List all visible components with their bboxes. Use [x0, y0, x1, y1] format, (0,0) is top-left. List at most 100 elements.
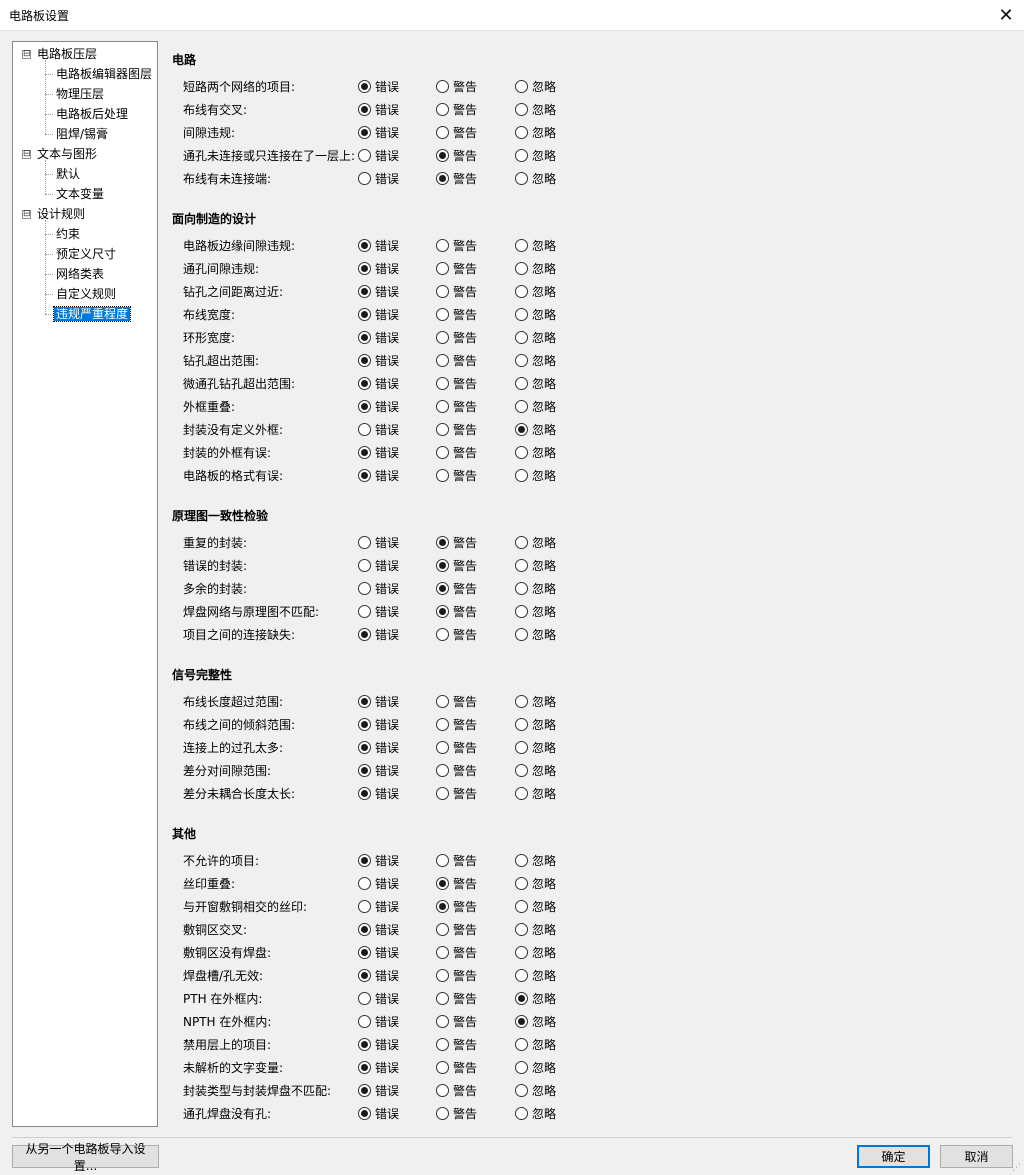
radio-error[interactable] — [358, 445, 371, 459]
warning-option[interactable]: 警告 — [436, 1081, 477, 1099]
radio-warning[interactable] — [436, 445, 449, 459]
warning-option[interactable]: 警告 — [436, 966, 477, 984]
radio-warning[interactable] — [436, 1106, 449, 1120]
radio-ignore[interactable] — [515, 353, 528, 367]
radio-warning[interactable] — [436, 627, 449, 641]
warning-option[interactable]: 警告 — [436, 897, 477, 915]
radio-ignore[interactable] — [515, 717, 528, 731]
error-option[interactable]: 错误 — [358, 920, 399, 938]
radio-warning[interactable] — [436, 581, 449, 595]
ignore-option[interactable]: 忽略 — [515, 625, 556, 643]
radio-error[interactable] — [358, 740, 371, 754]
import-settings-button[interactable]: 从另一个电路板导入设置... — [12, 1142, 159, 1173]
settings-tree[interactable]: ⊟ 电路板压层 电路板编辑器图层 物理压层 电路板后处理 阻焊/锡膏 ⊟ 文本与图形 默认 文本变… — [12, 41, 158, 1127]
error-option[interactable]: 错误 — [358, 602, 399, 620]
radio-error[interactable] — [358, 1083, 371, 1097]
warning-option[interactable]: 警告 — [436, 1058, 477, 1076]
radio-warning[interactable] — [436, 125, 449, 139]
radio-error[interactable] — [358, 899, 371, 913]
radio-ignore[interactable] — [515, 468, 528, 482]
radio-ignore[interactable] — [515, 422, 528, 436]
ok-button[interactable]: 确定 — [857, 1145, 930, 1168]
tree-item-6[interactable]: 默认 — [54, 165, 82, 183]
radio-error[interactable] — [358, 694, 371, 708]
ignore-option[interactable]: 忽略 — [515, 77, 556, 95]
radio-ignore[interactable] — [515, 102, 528, 116]
resize-grip-icon[interactable]: ⋰ — [1012, 1163, 1022, 1173]
tree-item-10[interactable]: 预定义尺寸 — [54, 245, 118, 263]
error-option[interactable]: 错误 — [358, 738, 399, 756]
radio-warning[interactable] — [436, 876, 449, 890]
error-option[interactable]: 错误 — [358, 966, 399, 984]
warning-option[interactable]: 警告 — [436, 169, 477, 187]
radio-warning[interactable] — [436, 899, 449, 913]
radio-error[interactable] — [358, 922, 371, 936]
warning-option[interactable]: 警告 — [436, 715, 477, 733]
ignore-option[interactable]: 忽略 — [515, 761, 556, 779]
radio-error[interactable] — [358, 991, 371, 1005]
radio-ignore[interactable] — [515, 535, 528, 549]
ignore-option[interactable]: 忽略 — [515, 374, 556, 392]
radio-ignore[interactable] — [515, 581, 528, 595]
ignore-option[interactable]: 忽略 — [515, 579, 556, 597]
error-option[interactable]: 错误 — [358, 282, 399, 300]
radio-ignore[interactable] — [515, 968, 528, 982]
tree-item-1[interactable]: 电路板编辑器图层 — [54, 65, 154, 83]
radio-ignore[interactable] — [515, 991, 528, 1005]
radio-error[interactable] — [358, 171, 371, 185]
radio-error[interactable] — [358, 786, 371, 800]
radio-warning[interactable] — [436, 238, 449, 252]
radio-error[interactable] — [358, 558, 371, 572]
radio-warning[interactable] — [436, 694, 449, 708]
radio-error[interactable] — [358, 79, 371, 93]
error-option[interactable]: 错误 — [358, 351, 399, 369]
tree-item-12[interactable]: 自定义规则 — [54, 285, 118, 303]
ignore-option[interactable]: 忽略 — [515, 1058, 556, 1076]
warning-option[interactable]: 警告 — [436, 920, 477, 938]
warning-option[interactable]: 警告 — [436, 874, 477, 892]
ignore-option[interactable]: 忽略 — [515, 443, 556, 461]
radio-ignore[interactable] — [515, 1060, 528, 1074]
radio-ignore[interactable] — [515, 853, 528, 867]
radio-ignore[interactable] — [515, 330, 528, 344]
tree-item-2[interactable]: 物理压层 — [54, 85, 106, 103]
warning-option[interactable]: 警告 — [436, 351, 477, 369]
radio-error[interactable] — [358, 1037, 371, 1051]
warning-option[interactable]: 警告 — [436, 259, 477, 277]
ignore-option[interactable]: 忽略 — [515, 1081, 556, 1099]
error-option[interactable]: 错误 — [358, 761, 399, 779]
error-option[interactable]: 错误 — [358, 784, 399, 802]
radio-error[interactable] — [358, 102, 371, 116]
tree-item-4[interactable]: 阻焊/锡膏 — [54, 125, 110, 143]
warning-option[interactable]: 警告 — [436, 1035, 477, 1053]
ignore-option[interactable]: 忽略 — [515, 466, 556, 484]
radio-error[interactable] — [358, 353, 371, 367]
ignore-option[interactable]: 忽略 — [515, 397, 556, 415]
tree-item-9[interactable]: 约束 — [54, 225, 82, 243]
error-option[interactable]: 错误 — [358, 1058, 399, 1076]
ignore-option[interactable]: 忽略 — [515, 738, 556, 756]
radio-error[interactable] — [358, 581, 371, 595]
radio-warning[interactable] — [436, 1083, 449, 1097]
radio-warning[interactable] — [436, 102, 449, 116]
radio-ignore[interactable] — [515, 148, 528, 162]
error-option[interactable]: 错误 — [358, 443, 399, 461]
radio-warning[interactable] — [436, 945, 449, 959]
radio-warning[interactable] — [436, 1060, 449, 1074]
radio-error[interactable] — [358, 853, 371, 867]
ignore-option[interactable]: 忽略 — [515, 943, 556, 961]
radio-error[interactable] — [358, 376, 371, 390]
radio-warning[interactable] — [436, 330, 449, 344]
error-option[interactable]: 错误 — [358, 897, 399, 915]
ignore-option[interactable]: 忽略 — [515, 602, 556, 620]
ignore-option[interactable]: 忽略 — [515, 328, 556, 346]
tree-item-5[interactable]: 文本与图形 — [37, 145, 97, 163]
radio-error[interactable] — [358, 125, 371, 139]
radio-warning[interactable] — [436, 353, 449, 367]
error-option[interactable]: 错误 — [358, 77, 399, 95]
warning-option[interactable]: 警告 — [436, 602, 477, 620]
radio-ignore[interactable] — [515, 899, 528, 913]
radio-warning[interactable] — [436, 535, 449, 549]
ignore-option[interactable]: 忽略 — [515, 282, 556, 300]
ignore-option[interactable]: 忽略 — [515, 966, 556, 984]
